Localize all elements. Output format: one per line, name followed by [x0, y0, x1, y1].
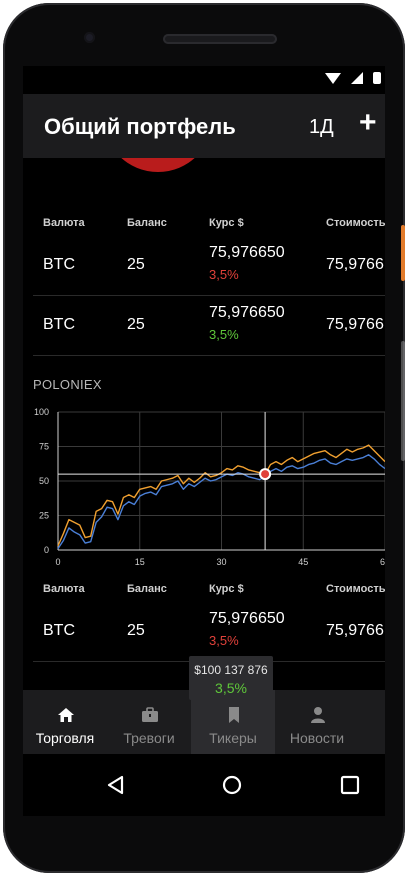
home-circle-icon[interactable] — [221, 774, 243, 796]
nav-label: Новости — [289, 730, 345, 746]
system-navigation-bar — [23, 754, 385, 816]
row-value: 75,9766 — [326, 256, 384, 273]
row-change: 3,5% — [209, 633, 239, 648]
x-tick-label: 45 — [298, 557, 308, 567]
exchange-label: POLONIEX — [33, 377, 102, 392]
crosshair-marker — [261, 470, 270, 479]
nav-label: Тревоги — [123, 730, 175, 746]
row-currency: BTC — [43, 622, 75, 639]
table-row[interactable]: BTC 25 75,976650 3,5% 75,9766 — [23, 296, 385, 356]
nav-label: Тикеры — [209, 730, 257, 746]
header-currency: Валюта — [43, 217, 85, 229]
wifi-icon — [325, 72, 341, 84]
app-screen: Общий портфель 1Д + Валюта Баланс Курс $… — [23, 66, 385, 816]
nav-item-alerts[interactable]: Тревоги — [107, 690, 191, 754]
period-selector[interactable]: 1Д — [309, 116, 334, 139]
header-value: Стоимость — [326, 583, 385, 595]
battery-icon — [373, 72, 381, 84]
row-change: 3,5% — [209, 327, 239, 342]
row-value: 75,9766 — [326, 316, 384, 333]
y-tick-label: 0 — [44, 545, 49, 555]
row-divider — [33, 355, 385, 356]
y-tick-label: 100 — [34, 407, 49, 417]
row-value: 75,9766 — [326, 622, 384, 639]
row-currency: BTC — [43, 256, 75, 273]
page-title: Общий портфель — [44, 114, 236, 139]
recent-apps-icon[interactable] — [339, 774, 361, 796]
status-bar — [23, 66, 385, 94]
x-tick-label: 0 — [55, 557, 60, 567]
app-bar: Общий портфель 1Д + — [23, 94, 385, 158]
table-row[interactable]: BTC 25 75,976650 3,5% 75,9766 — [23, 602, 385, 662]
briefcase-icon — [142, 707, 158, 722]
person-icon — [311, 707, 325, 723]
earpiece-speaker — [163, 34, 277, 44]
bookmark-icon — [229, 707, 239, 723]
x-tick-label: 30 — [216, 557, 226, 567]
table-row[interactable]: BTC 25 75,976650 3,5% 75,9766 — [23, 236, 385, 296]
header-balance: Баланс — [127, 217, 167, 229]
table-header: Валюта Баланс Курс $ Стоимость — [23, 580, 385, 600]
price-chart[interactable]: 0 25 50 75 100 0 15 30 45 60 — [23, 404, 385, 574]
signal-icon — [351, 72, 363, 84]
header-value: Стоимость — [326, 217, 385, 229]
row-balance: 25 — [127, 256, 145, 273]
home-icon — [58, 708, 74, 722]
nav-item-trading[interactable]: Торговля — [23, 690, 107, 754]
row-currency: BTC — [43, 316, 75, 333]
row-rate: 75,976650 — [209, 244, 285, 261]
power-button[interactable] — [401, 225, 405, 281]
add-button[interactable]: + — [359, 108, 377, 138]
tooltip-value: $100 137 876 — [194, 663, 268, 677]
row-change: 3,5% — [209, 267, 239, 282]
y-tick-label: 50 — [39, 476, 49, 486]
header-currency: Валюта — [43, 583, 85, 595]
y-tick-label: 75 — [39, 442, 49, 452]
header-rate: Курс $ — [209, 583, 244, 595]
x-tick-label: 60 — [380, 557, 385, 567]
nav-label: Торговля — [35, 730, 95, 746]
row-balance: 25 — [127, 316, 145, 333]
row-balance: 25 — [127, 622, 145, 639]
row-rate: 75,976650 — [209, 304, 285, 321]
header-balance: Баланс — [127, 583, 167, 595]
back-icon[interactable] — [105, 774, 127, 796]
nav-item-news[interactable]: Новости — [275, 690, 359, 754]
x-tick-label: 15 — [135, 557, 145, 567]
table-header: Валюта Баланс Курс $ Стоимость — [23, 214, 385, 234]
row-rate: 75,976650 — [209, 610, 285, 627]
front-camera — [84, 32, 95, 43]
tooltip-percent: 3,5% — [215, 680, 247, 696]
tickers-tooltip: $100 137 876 3,5% — [189, 656, 273, 700]
header-rate: Курс $ — [209, 217, 244, 229]
volume-button[interactable] — [401, 341, 405, 461]
portfolio-pie-chart[interactable] — [103, 158, 213, 172]
y-tick-label: 25 — [39, 511, 49, 521]
